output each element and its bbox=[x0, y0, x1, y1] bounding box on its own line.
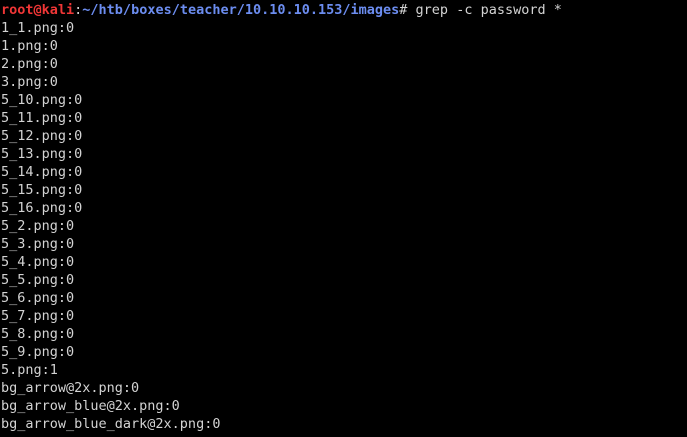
output-line: 5_13.png:0 bbox=[1, 146, 83, 162]
output-line: 5_9.png:0 bbox=[1, 344, 75, 360]
output-line: 5_4.png:0 bbox=[1, 254, 75, 270]
command-text: grep -c password * bbox=[407, 2, 562, 18]
output-line: 5_14.png:0 bbox=[1, 164, 83, 180]
output-line: 5_15.png:0 bbox=[1, 182, 83, 198]
output-line: bg_arrow_blue_dark@2x.png:0 bbox=[1, 416, 221, 432]
prompt-path: ~/htb/boxes/teacher/10.10.10.153/images bbox=[82, 2, 400, 18]
prompt-line: root@kali:~/htb/boxes/teacher/10.10.10.1… bbox=[1, 1, 562, 19]
output-line: 1.png:0 bbox=[1, 38, 58, 54]
output-line: 5_16.png:0 bbox=[1, 200, 83, 216]
terminal-output: root@kali:~/htb/boxes/teacher/10.10.10.1… bbox=[1, 1, 562, 433]
output-line: 5_10.png:0 bbox=[1, 92, 83, 108]
output-line: 3.png:0 bbox=[1, 74, 58, 90]
output-line: 5_7.png:0 bbox=[1, 308, 75, 324]
output-line: 2.png:0 bbox=[1, 56, 58, 72]
terminal-window[interactable]: root@kali:~/htb/boxes/teacher/10.10.10.1… bbox=[0, 0, 687, 437]
output-line: 5_5.png:0 bbox=[1, 272, 75, 288]
output-line: bg_arrow@2x.png:0 bbox=[1, 380, 140, 396]
output-line: 5_3.png:0 bbox=[1, 236, 75, 252]
prompt-user-host: root@kali bbox=[1, 2, 75, 18]
output-line: 5_11.png:0 bbox=[1, 110, 83, 126]
output-line: 5_6.png:0 bbox=[1, 290, 75, 306]
output-line: bg_arrow_blue@2x.png:0 bbox=[1, 398, 180, 414]
output-line: 5.png:1 bbox=[1, 362, 58, 378]
output-line: 5_2.png:0 bbox=[1, 218, 75, 234]
output-line: 5_12.png:0 bbox=[1, 128, 83, 144]
output-line: 1_1.png:0 bbox=[1, 20, 75, 36]
output-line: 5_8.png:0 bbox=[1, 326, 75, 342]
